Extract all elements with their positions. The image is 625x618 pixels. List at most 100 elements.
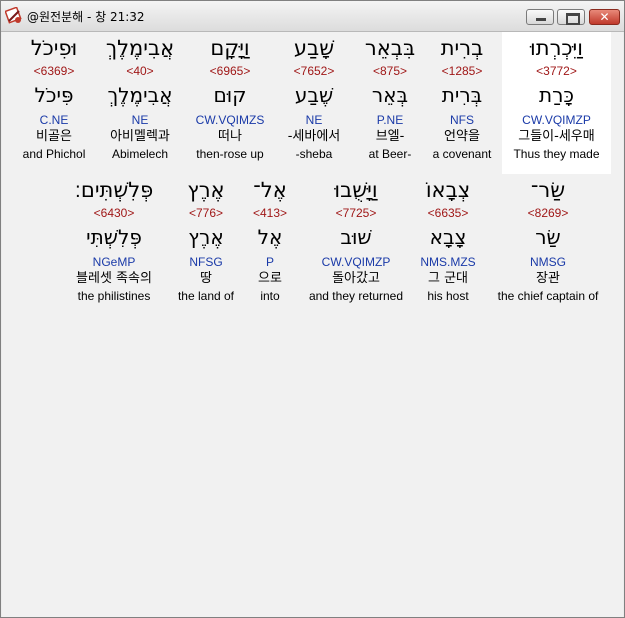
morphology-code: NFS (450, 113, 474, 127)
korean-gloss: 아비멜렉과 (110, 129, 170, 144)
korean-gloss: 브엘- (375, 129, 405, 144)
hebrew-word: שָׁבַע (293, 36, 335, 60)
strong-number[interactable]: <6635> (408, 206, 488, 220)
korean-gloss: 돌아갔고 (332, 271, 380, 286)
hebrew-lemma: פְּלִשְׁתִּי (86, 225, 142, 249)
strong-number[interactable]: <776> (166, 206, 246, 220)
strong-number[interactable]: <6430> (62, 206, 166, 220)
hebrew-lemma: אֲבִימֶלֶךְ (107, 83, 173, 107)
english-gloss: into (260, 289, 280, 303)
korean-gloss: 언약을 (444, 129, 480, 144)
hebrew-word: וּפִיכֹל (30, 36, 78, 60)
hebrew-word: צְבָאוֹ (425, 178, 471, 202)
english-gloss: Thus they made (513, 147, 600, 161)
morphology-code: NFSG (189, 255, 223, 269)
hebrew-lemma: אֶרֶץ (188, 225, 224, 249)
korean-gloss: 떠나 (218, 129, 242, 144)
morphology-code: NE (305, 113, 323, 127)
word-block[interactable]: שָׁבַע <7652> שֶׁבַע NE -세바에서 -sheba (274, 32, 354, 162)
hebrew-lemma: פִּיכֹל (34, 83, 74, 107)
hebrew-word: וַיָּקָם (210, 36, 250, 60)
english-gloss: Abimelech (111, 147, 169, 161)
english-gloss: at Beer- (368, 147, 412, 161)
hebrew-word: אֲבִימֶלֶךְ (105, 36, 175, 60)
minimize-button[interactable] (526, 9, 554, 25)
hebrew-word: בִּבְאֵר (364, 36, 416, 60)
morphology-code: NE (131, 113, 149, 127)
hebrew-lemma: שֶׁבַע (294, 83, 334, 107)
hebrew-lemma: שׁוּב (340, 225, 372, 249)
close-button[interactable]: ✕ (589, 9, 620, 25)
korean-gloss: 장관 (536, 271, 560, 286)
word-block[interactable]: וַיִּכְרְתוּ <3772> כָּרַת CW.VQIMZP 그들이… (502, 32, 611, 174)
minimize-icon (536, 18, 546, 21)
strong-number[interactable]: <8269> (492, 206, 604, 220)
word-block[interactable]: פְּלִשְׁתִּים׃ <6430> פְּלִשְׁתִּי NGeMP… (62, 174, 166, 304)
strong-number[interactable]: <875> (350, 64, 430, 78)
word-block[interactable]: בִּבְאֵר <875> בְּאֵר P.NE 브엘- at Beer- (350, 32, 430, 162)
english-gloss: a covenant (432, 147, 492, 161)
morphology-code: CW.VQIMZS (195, 113, 265, 127)
strong-number[interactable]: <1285> (422, 64, 502, 78)
hebrew-lemma: שַׂר (535, 225, 561, 249)
strong-number[interactable]: <413> (240, 206, 300, 220)
app-window: @원전분해 - 창 21:32 ✕ וַיִּכְרְתוּ <3772> כָ… (0, 0, 625, 618)
word-block[interactable]: אֶל־ <413> אֶל P 으로 into (240, 174, 300, 304)
english-gloss: the land of (177, 289, 235, 303)
hebrew-word: אֶרֶץ (187, 178, 225, 202)
hebrew-lemma: קוּם (213, 83, 247, 107)
hebrew-word: פְּלִשְׁתִּים׃ (74, 178, 154, 202)
hebrew-word: וַיִּכְרְתוּ (530, 36, 583, 60)
strong-number[interactable]: <7652> (274, 64, 354, 78)
morphology-code: CW.VQIMZP (321, 255, 391, 269)
strong-number[interactable]: <7725> (304, 206, 408, 220)
korean-gloss: 그들이-세우매 (518, 129, 595, 144)
hebrew-word: בְרִית (440, 36, 484, 60)
english-gloss: -sheba (295, 147, 333, 161)
word-block[interactable]: וַיָּקָם <6965> קוּם CW.VQIMZS 떠나 then-r… (190, 32, 270, 162)
english-gloss: the chief captain of (497, 289, 599, 303)
morphology-code: NMS.MZS (420, 255, 476, 269)
interlinear-panel: וַיִּכְרְתוּ <3772> כָּרַת CW.VQIMZP 그들이… (2, 32, 623, 617)
hebrew-lemma: צָבָא (429, 225, 467, 249)
morphology-code: CW.VQIMZP (522, 113, 591, 127)
word-block[interactable]: וַיָּשֻׁבוּ <7725> שׁוּב CW.VQIMZP 돌아갔고 … (304, 174, 408, 304)
korean-gloss: -세바에서 (287, 129, 341, 144)
hebrew-lemma: כָּרַת (538, 83, 574, 107)
hebrew-lemma: בְּרִית (441, 83, 483, 107)
morphology-code: NGeMP (92, 255, 136, 269)
morphology-code: NMSG (530, 255, 566, 269)
hebrew-word: אֶל־ (253, 178, 287, 202)
korean-gloss: 비골은 (36, 129, 72, 144)
strong-number[interactable]: <6369> (14, 64, 94, 78)
hebrew-word: וַיָּשֻׁבוּ (334, 178, 378, 202)
english-gloss: then-rose up (196, 147, 264, 161)
strong-number[interactable]: <40> (100, 64, 180, 78)
title-bar[interactable]: @원전분해 - 창 21:32 ✕ (1, 1, 624, 32)
window-title: @원전분해 - 창 21:32 (27, 10, 145, 24)
close-icon: ✕ (599, 10, 610, 24)
word-block[interactable]: אֶרֶץ <776> אֶרֶץ NFSG 땅 the land of (166, 174, 246, 304)
strong-number[interactable]: <6965> (190, 64, 270, 78)
maximize-icon (566, 13, 580, 25)
english-gloss: his host (427, 289, 469, 303)
korean-gloss: 땅 (200, 271, 212, 286)
morphology-code: P.NE (376, 113, 404, 127)
english-gloss: and Phichol (22, 147, 86, 161)
word-block[interactable]: צְבָאוֹ <6635> צָבָא NMS.MZS 그 군대 his ho… (408, 174, 488, 304)
hebrew-word: שַׂר־ (530, 178, 566, 202)
word-block[interactable]: בְרִית <1285> בְּרִית NFS 언약을 a covenant (422, 32, 502, 162)
english-gloss: the philistines (77, 289, 151, 303)
morphology-code: P (265, 255, 274, 269)
word-block[interactable]: וּפִיכֹל <6369> פִּיכֹל C.NE 비골은 and Phi… (14, 32, 94, 162)
word-block[interactable]: שַׂר־ <8269> שַׂר NMSG 장관 the chief capt… (492, 174, 604, 304)
maximize-button[interactable] (557, 9, 585, 25)
korean-gloss: 그 군대 (427, 271, 468, 286)
strong-number[interactable]: <3772> (502, 64, 611, 78)
korean-gloss: 블레셋 족속의 (76, 271, 152, 286)
english-gloss: and they returned (308, 289, 404, 303)
korean-gloss: 으로 (258, 271, 282, 286)
hebrew-lemma: אֶל (257, 225, 283, 249)
hebrew-lemma: בְּאֵר (371, 83, 409, 107)
word-block[interactable]: אֲבִימֶלֶךְ <40> אֲבִימֶלֶךְ NE 아비멜렉과 Ab… (100, 32, 180, 162)
